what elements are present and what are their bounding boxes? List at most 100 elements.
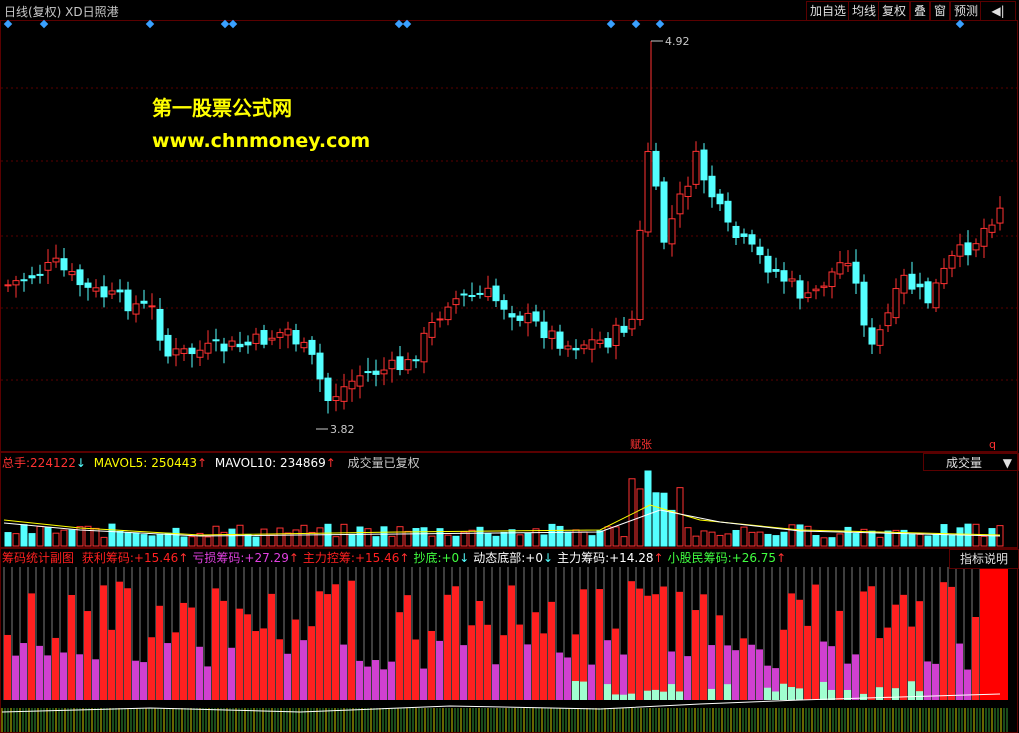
indicator-bar [860, 591, 867, 700]
indicator-item-label: 获利筹码: [81, 551, 134, 565]
candle-body [988, 224, 996, 233]
indicator-bar [300, 640, 307, 700]
indicator-bar [204, 666, 211, 700]
volume-legend: 总手:224122↓ MAVOL5: 250443↑ MAVOL10: 2348… [0, 454, 1019, 472]
volume-bar [380, 526, 388, 547]
volume-bar [372, 536, 380, 547]
indicator-bar [372, 660, 379, 700]
indicator-help-button[interactable]: 指标说明 [948, 549, 1019, 569]
indicator-item-label: 主力筹码: [557, 551, 610, 565]
indicator-bar [308, 626, 315, 700]
candle-body [60, 258, 68, 271]
indicator-bar [76, 654, 83, 700]
volume-bar [364, 528, 372, 547]
candle-body [684, 185, 692, 198]
candle-body [396, 356, 404, 371]
volume-bar [908, 534, 916, 547]
volume-bar [300, 524, 308, 547]
indicator-bar [660, 586, 667, 700]
volume-bar [484, 533, 492, 547]
volume-bar [444, 534, 452, 547]
indicator-bar [460, 645, 467, 700]
indicator-bar [316, 591, 323, 700]
candle-body [676, 193, 684, 215]
indicator-bar [796, 599, 803, 700]
indicator-bar [716, 615, 723, 700]
indicator-item-label: 主力控筹: [302, 551, 355, 565]
indicator-bar [156, 605, 163, 700]
volume-bar [660, 492, 668, 547]
candle-body [564, 345, 572, 350]
candle-body [852, 261, 860, 284]
volume-bar [644, 470, 652, 547]
indicator-bar [348, 580, 355, 700]
candle-body [4, 284, 12, 287]
indicator-bar [628, 581, 635, 700]
indicator-bar [268, 593, 275, 700]
indicator-item: 抄底:+0↓ [413, 551, 469, 565]
candle-body [508, 313, 516, 318]
indicator-selector-label: 成交量 [946, 456, 983, 470]
candle-body [140, 300, 148, 304]
indicator-bar [868, 586, 875, 700]
candle-body [948, 255, 956, 269]
indicator-bar [332, 584, 339, 700]
indicator-item-value: +0 [525, 551, 543, 565]
volume-bar [988, 528, 996, 547]
candle-body [828, 271, 836, 288]
indicator-bar [380, 669, 387, 700]
indicator-bar [428, 630, 435, 700]
volume-bar [36, 525, 44, 547]
volume-bar [676, 487, 684, 547]
chevron-down-icon: ▼ [1002, 456, 1012, 470]
volume-bar [844, 526, 852, 547]
indicator-item-value: +0 [441, 551, 460, 565]
indicator-bar [812, 584, 819, 700]
retail-bar [820, 681, 827, 700]
total-volume-label: 总手: [2, 456, 31, 470]
candle-body [668, 218, 676, 245]
candle-body [636, 229, 644, 321]
volume-bar [68, 529, 76, 547]
candle-body [308, 339, 316, 355]
volume-bar [796, 524, 804, 547]
candle-body [724, 200, 732, 223]
indicator-bar [524, 644, 531, 700]
volume-bar [108, 523, 116, 547]
indicator-item: 动态底部:+0↓ [473, 551, 553, 565]
candle-body [340, 386, 348, 402]
candle-body [68, 271, 76, 276]
candle-body [460, 293, 468, 296]
indicator-bar [684, 656, 691, 700]
indicator-bar [292, 619, 299, 700]
signal-marker-icon [655, 19, 665, 29]
volume-bar [164, 532, 172, 547]
signal-marker-icon [3, 19, 13, 29]
candle-body [188, 347, 196, 355]
volume-bar [556, 525, 564, 547]
candle-body [980, 227, 988, 247]
indicator-bar [508, 585, 515, 700]
indicator-bar [444, 594, 451, 700]
candle-body [172, 348, 180, 356]
indicator-bar [236, 608, 243, 700]
indicator-bar [92, 659, 99, 700]
candle-body [292, 330, 300, 345]
volume-bar [956, 527, 964, 547]
indicator-item-label: 亏损筹码: [192, 551, 245, 565]
indicator-bar [644, 595, 651, 700]
retail-bar [916, 691, 923, 700]
candle-body [300, 341, 308, 349]
volume-bar [868, 530, 876, 547]
candle-body [324, 377, 332, 402]
candle-body [268, 337, 276, 341]
candle-body [132, 303, 140, 315]
signal-marker-icon [145, 19, 155, 29]
volume-bar [468, 529, 476, 547]
current-bar [980, 567, 1008, 700]
indicator-selector[interactable]: 成交量 ▼ [923, 453, 1019, 471]
indicator-bar [244, 614, 251, 700]
indicator-bar [356, 660, 363, 700]
candle-body [412, 359, 420, 362]
candle-body [924, 281, 932, 304]
